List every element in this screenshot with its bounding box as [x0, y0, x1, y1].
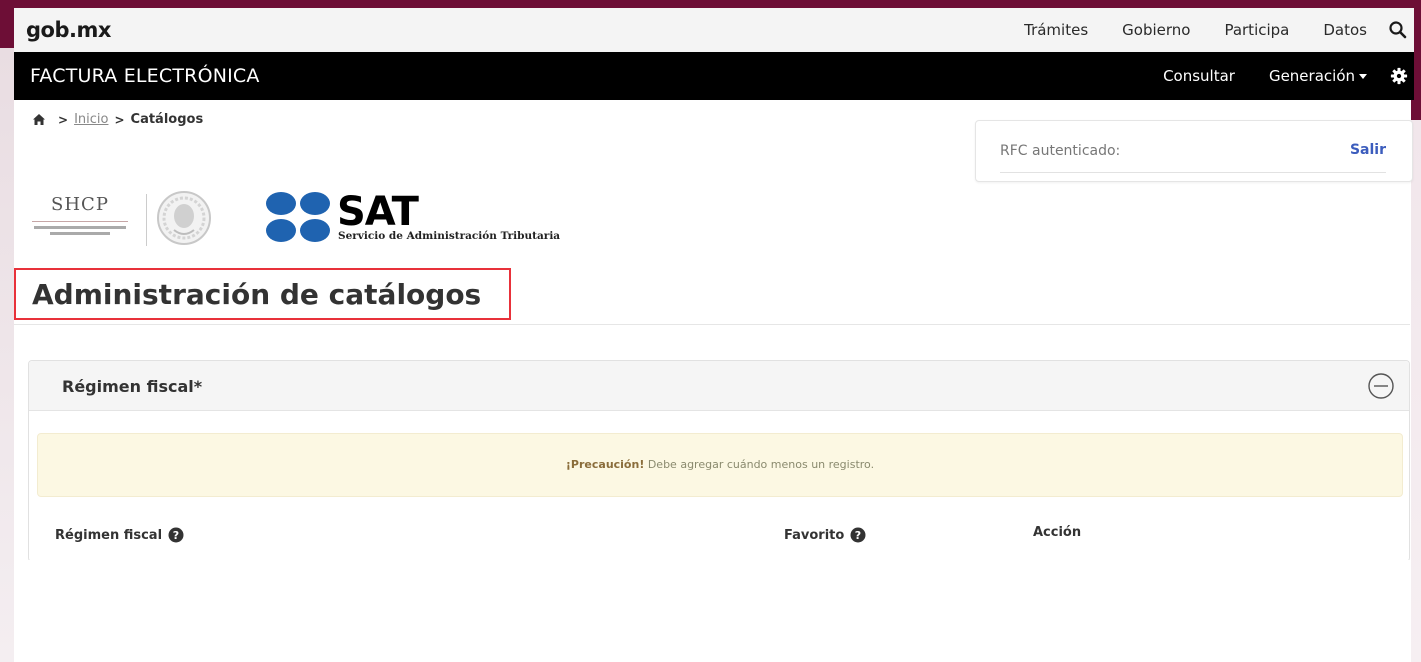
warning-alert: ¡Precaución! Debe agregar cuándo menos u… — [37, 433, 1403, 497]
sat-logo-dot — [266, 219, 296, 242]
nav-participa[interactable]: Participa — [1207, 21, 1306, 39]
shcp-logo-rule — [32, 221, 128, 222]
home-icon[interactable] — [32, 113, 46, 126]
shcp-logo-subline — [34, 226, 126, 229]
column-label: Acción — [1033, 525, 1082, 540]
svg-text:?: ? — [173, 529, 179, 542]
column-header-accion: Acción — [1033, 525, 1081, 540]
page-title-highlight: Administración de catálogos — [14, 268, 511, 320]
factura-nav: Consultar Generación — [1146, 67, 1408, 85]
alert-text: Debe agregar cuándo menos un registro. — [644, 458, 875, 471]
shcp-logo-subline — [50, 232, 110, 235]
gear-icon[interactable] — [1390, 67, 1408, 85]
breadcrumb-inicio-link[interactable]: Inicio — [74, 112, 108, 127]
gob-logo[interactable]: gob.mx — [26, 18, 111, 42]
rfc-panel: RFC autenticado: Salir — [975, 120, 1413, 182]
chevron-down-icon — [1359, 74, 1367, 79]
factura-header: FACTURA ELECTRÓNICA Consultar Generación — [14, 52, 1414, 100]
breadcrumb-separator-icon: > — [58, 112, 69, 127]
rfc-label: RFC autenticado: — [1000, 143, 1121, 159]
sat-logo-dot — [300, 192, 330, 215]
page-title-divider — [14, 324, 1410, 325]
search-icon[interactable] — [1388, 20, 1408, 40]
alert-strong: ¡Precaución! — [565, 458, 645, 471]
collapse-icon[interactable] — [1367, 372, 1395, 400]
sat-logo-subtitle: Servicio de Administración Tributaria — [338, 230, 561, 242]
content-cutoff — [14, 560, 1410, 662]
column-label: Favorito — [784, 527, 845, 543]
svg-text:?: ? — [855, 529, 861, 542]
help-icon[interactable]: ? — [850, 527, 866, 543]
nav-gobierno[interactable]: Gobierno — [1105, 21, 1207, 39]
window-frame-left — [0, 0, 14, 662]
panel-header[interactable]: Régimen fiscal* — [29, 361, 1409, 411]
shcp-logo-text: SHCP — [51, 194, 109, 215]
nav-consultar[interactable]: Consultar — [1146, 67, 1252, 85]
regimen-fiscal-panel: Régimen fiscal* ¡Precaución! Debe agrega… — [28, 360, 1410, 562]
column-header-favorito: Favorito ? — [784, 527, 866, 543]
nav-generacion[interactable]: Generación — [1252, 67, 1384, 85]
logout-link[interactable]: Salir — [1350, 142, 1386, 158]
breadcrumb-separator-icon: > — [114, 112, 125, 127]
national-seal-icon — [157, 191, 211, 245]
page-title: Administración de catálogos — [32, 278, 482, 311]
nav-generacion-label: Generación — [1268, 67, 1355, 85]
rfc-divider — [1000, 172, 1386, 173]
gob-header: gob.mx Trámites Gobierno Participa Datos — [14, 8, 1414, 52]
sat-logo: SAT Servicio de Administración Tributari… — [264, 190, 624, 246]
gob-nav: Trámites Gobierno Participa Datos — [1007, 20, 1408, 40]
column-header-regimen: Régimen fiscal ? — [55, 527, 184, 543]
breadcrumb: > Inicio > Catálogos — [32, 112, 203, 127]
nav-tramites[interactable]: Trámites — [1007, 21, 1105, 39]
panel-title: Régimen fiscal* — [62, 377, 203, 396]
nav-datos[interactable]: Datos — [1306, 21, 1384, 39]
factura-title[interactable]: FACTURA ELECTRÓNICA — [30, 65, 260, 87]
shcp-logo: SHCP — [30, 192, 135, 244]
breadcrumb-current: Catálogos — [130, 112, 204, 127]
sat-logo-dot — [266, 192, 296, 215]
logo-divider — [146, 194, 147, 246]
sat-logo-word: SAT — [337, 189, 419, 235]
sat-logo-dot — [300, 219, 330, 242]
column-label: Régimen fiscal — [55, 527, 163, 543]
help-icon[interactable]: ? — [168, 527, 184, 543]
